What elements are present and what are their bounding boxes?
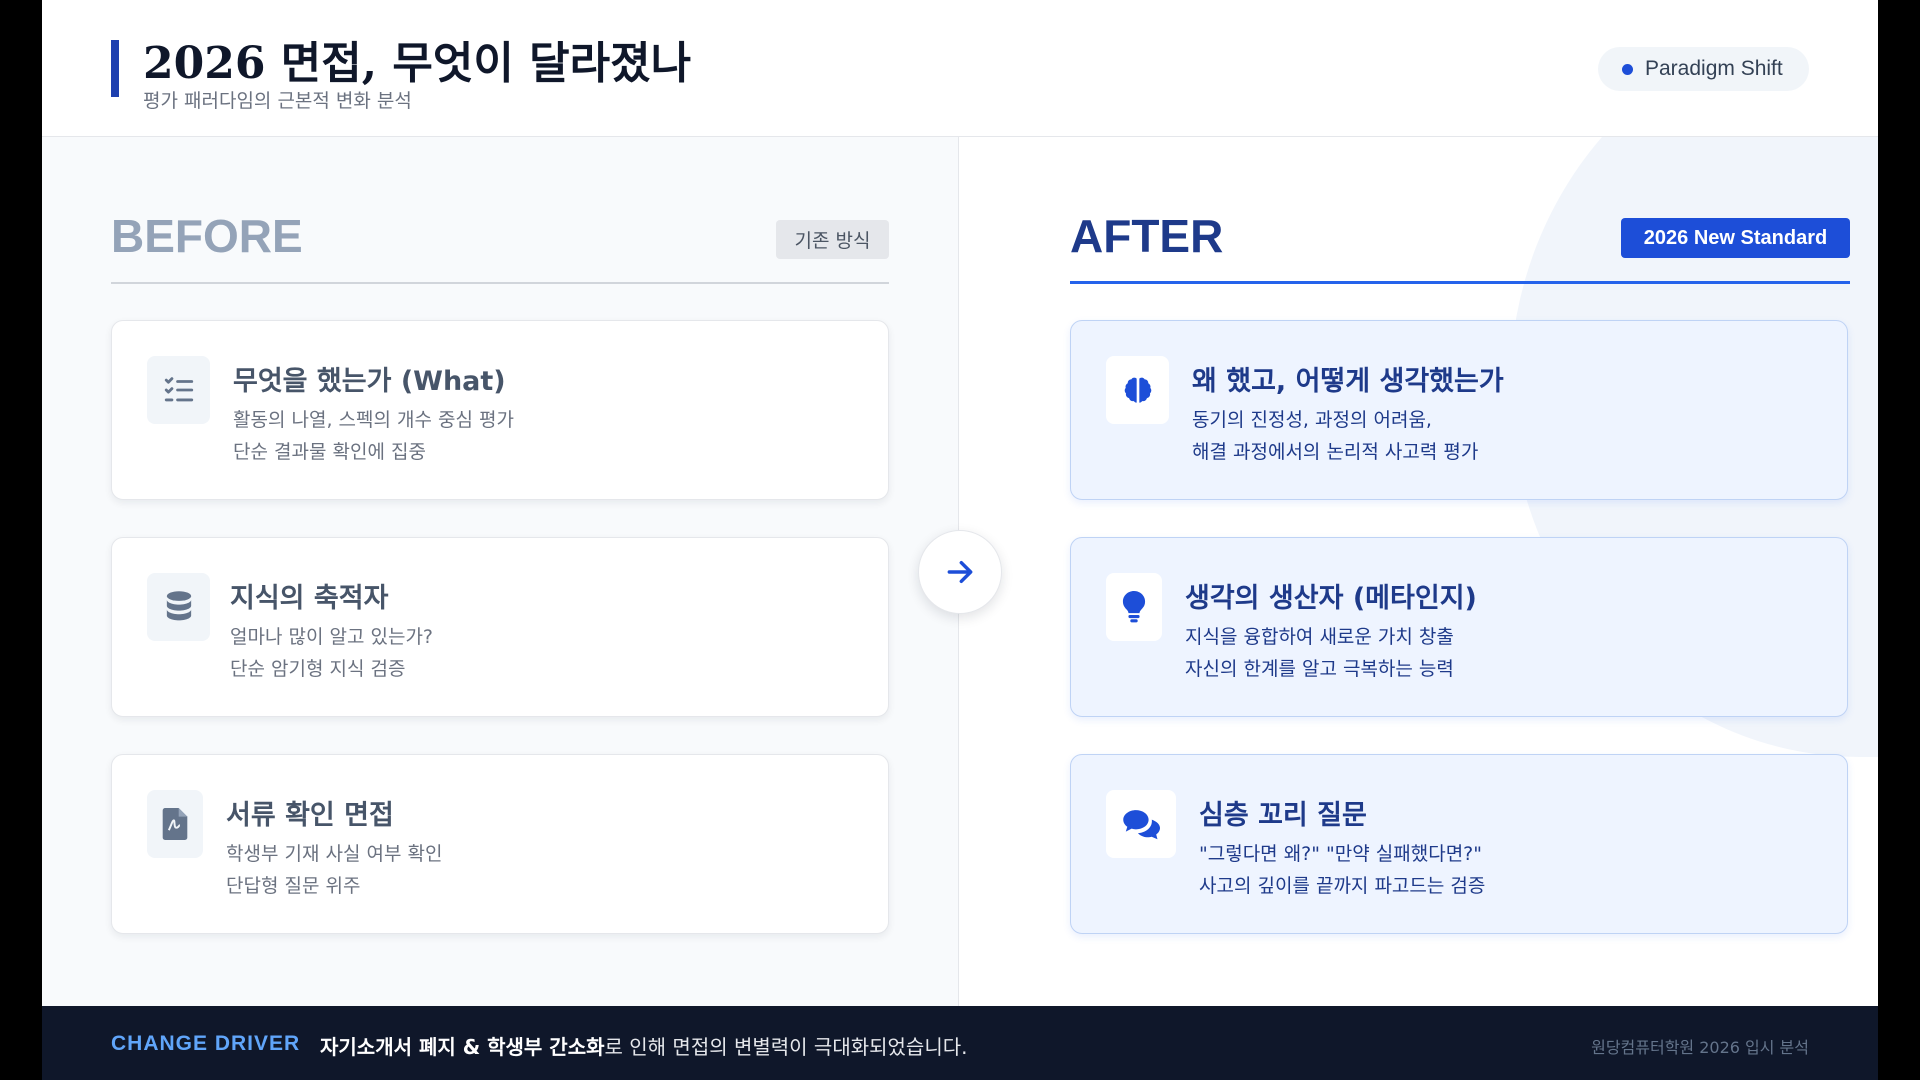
slide: 2026 면접, 무엇이 달라졌나 평가 패러다임의 근본적 변화 분석 Par… [42, 0, 1878, 1080]
card-title: 왜 했고, 어떻게 생각했는가 [1192, 366, 1504, 397]
before-tag: 기존 방식 [776, 220, 889, 259]
footer: CHANGE DRIVER 자기소개서 폐지 & 학생부 간소화로 인해 면접의… [42, 1006, 1878, 1080]
after-card-metacognition: 생각의 생산자 (메타인지) 지식을 융합하여 새로운 가치 창출 자신의 한계… [1070, 537, 1848, 717]
card-desc-line: 단답형 질문 위주 [226, 875, 361, 897]
lightbulb-icon [1106, 573, 1162, 641]
card-desc-line: "그렇다면 왜?" "만약 실패했다면?" [1199, 843, 1483, 865]
footer-message-rest: 로 인해 면접의 변별력이 극대화되었습니다. [604, 1035, 968, 1059]
footer-message-bold: 자기소개서 폐지 & 학생부 간소화 [320, 1035, 605, 1059]
paradigm-shift-badge: Paradigm Shift [1598, 47, 1809, 91]
card-desc-line: 자신의 한계를 알고 극복하는 능력 [1185, 658, 1454, 680]
before-divider [111, 282, 889, 284]
card-desc-line: 동기의 진정성, 과정의 어려움, [1192, 409, 1432, 431]
card-title: 무엇을 했는가 (What) [233, 366, 506, 397]
footer-credit: 원당컴퓨터학원 2026 입시 분석 [1591, 1038, 1809, 1057]
footer-label: CHANGE DRIVER [111, 1032, 301, 1055]
badge-label: Paradigm Shift [1645, 57, 1783, 80]
chat-bubbles-icon [1106, 790, 1176, 858]
after-heading: AFTER [1070, 210, 1224, 262]
before-card-knowledge: 지식의 축적자 얼마나 많이 알고 있는가? 단순 암기형 지식 검증 [111, 537, 889, 717]
after-card-follow-up: 심층 꼬리 질문 "그렇다면 왜?" "만약 실패했다면?" 사고의 깊이를 끝… [1070, 754, 1848, 934]
before-column: BEFORE 기존 방식 무엇을 했는가 (What) 활동의 나열, 스펙의 … [42, 137, 959, 1006]
page-title: 2026 면접, 무엇이 달라졌나 [143, 38, 692, 89]
after-divider [1070, 281, 1850, 284]
card-desc-line: 단순 암기형 지식 검증 [230, 658, 406, 680]
arrow-right-icon [947, 560, 973, 584]
footer-message: 자기소개서 폐지 & 학생부 간소화로 인해 면접의 변별력이 극대화되었습니다… [320, 1031, 968, 1060]
title-accent-bar [111, 40, 119, 97]
card-desc-line: 얼마나 많이 알고 있는가? [230, 626, 434, 648]
card-title: 서류 확인 면접 [226, 800, 394, 831]
card-title: 심층 꼬리 질문 [1199, 800, 1367, 831]
after-tag: 2026 New Standard [1621, 218, 1850, 258]
card-desc-line: 활동의 나열, 스펙의 개수 중심 평가 [233, 409, 514, 431]
brain-icon [1106, 356, 1169, 424]
checklist-icon [147, 356, 210, 424]
header: 2026 면접, 무엇이 달라졌나 평가 패러다임의 근본적 변화 분석 Par… [42, 0, 1878, 137]
before-heading: BEFORE [111, 210, 303, 262]
after-column: AFTER 2026 New Standard 왜 했고, 어떻게 생각했는가 … [960, 137, 1878, 1006]
card-title: 생각의 생산자 (메타인지) [1185, 583, 1477, 614]
badge-dot-icon [1622, 63, 1633, 75]
card-title: 지식의 축적자 [230, 583, 389, 614]
card-desc-line: 해결 과정에서의 논리적 사고력 평가 [1192, 441, 1479, 463]
before-card-what: 무엇을 했는가 (What) 활동의 나열, 스펙의 개수 중심 평가 단순 결… [111, 320, 889, 500]
page-subtitle: 평가 패러다임의 근본적 변화 분석 [143, 90, 412, 112]
database-icon [147, 573, 210, 641]
after-card-why-how: 왜 했고, 어떻게 생각했는가 동기의 진정성, 과정의 어려움, 해결 과정에… [1070, 320, 1848, 500]
before-card-documents: 서류 확인 면접 학생부 기재 사실 여부 확인 단답형 질문 위주 [111, 754, 889, 934]
card-desc-line: 단순 결과물 확인에 집중 [233, 441, 426, 463]
card-desc-line: 학생부 기재 사실 여부 확인 [226, 843, 443, 865]
transition-arrow [918, 530, 1002, 614]
card-desc-line: 사고의 깊이를 끝까지 파고드는 검증 [1199, 875, 1486, 897]
card-desc-line: 지식을 융합하여 새로운 가치 창출 [1185, 626, 1454, 648]
document-icon [147, 790, 203, 858]
